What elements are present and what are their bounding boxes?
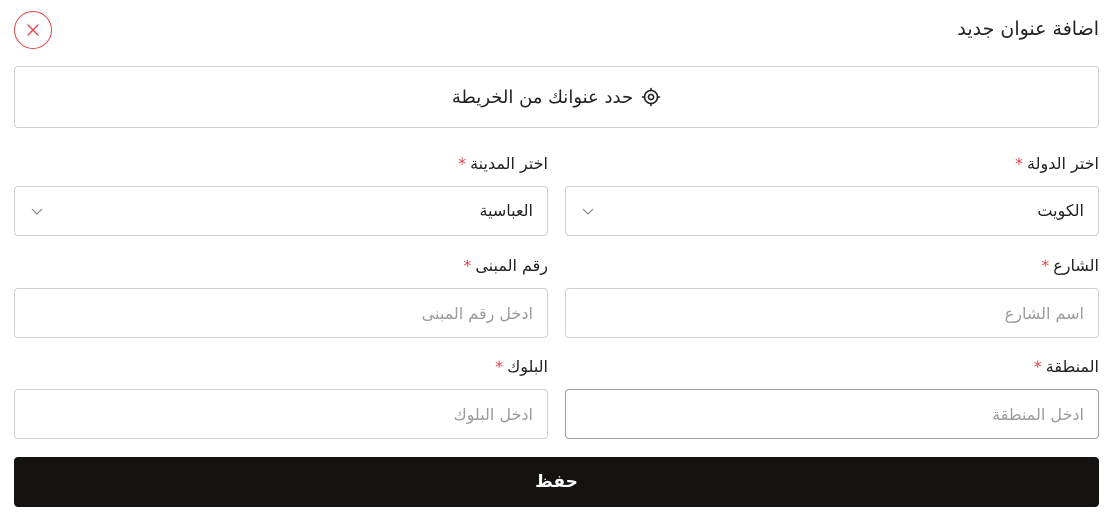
chevron-down-icon (582, 206, 594, 216)
street-label: الشارع* (1041, 256, 1099, 275)
block-input-wrapper (14, 389, 548, 439)
building-label: رقم المبنى* (463, 256, 548, 275)
building-number-input[interactable] (15, 289, 547, 337)
required-mark: * (458, 154, 467, 173)
city-select-value: العباسية (479, 201, 533, 220)
block-input[interactable] (15, 390, 547, 438)
select-on-map-button[interactable]: حدد عنوانك من الخريطة (14, 66, 1099, 128)
country-select[interactable]: الكويت (565, 186, 1099, 236)
street-input[interactable] (566, 289, 1098, 337)
required-mark: * (495, 357, 504, 376)
city-select[interactable]: العباسية (14, 186, 548, 236)
country-label: اختر الدولة* (1015, 154, 1099, 173)
required-mark: * (1041, 256, 1050, 275)
required-mark: * (1033, 357, 1042, 376)
building-input-wrapper (14, 288, 548, 338)
close-icon (27, 24, 39, 36)
area-label: المنطقة* (1033, 357, 1099, 376)
street-field: الشارع* (565, 256, 1099, 338)
required-mark: * (463, 256, 472, 275)
block-field: البلوك* (14, 357, 548, 439)
area-field: المنطقة* (565, 357, 1099, 439)
area-input[interactable] (566, 390, 1098, 438)
close-button[interactable] (14, 11, 52, 49)
city-label: اختر المدينة* (458, 154, 548, 173)
city-field: اختر المدينة* العباسية (14, 154, 548, 236)
save-button[interactable]: حفظ (14, 457, 1099, 507)
country-select-value: الكويت (1037, 201, 1084, 220)
location-target-icon (641, 87, 661, 107)
dialog-title: اضافة عنوان جديد (957, 18, 1099, 40)
chevron-down-icon (31, 206, 43, 216)
block-label: البلوك* (495, 357, 548, 376)
area-input-wrapper (565, 389, 1099, 439)
required-mark: * (1015, 154, 1024, 173)
street-input-wrapper (565, 288, 1099, 338)
add-address-dialog: اضافة عنوان جديد حدد عنوانك من الخريطة ا… (0, 0, 1113, 521)
map-button-label: حدد عنوانك من الخريطة (451, 86, 634, 108)
building-field: رقم المبنى* (14, 256, 548, 338)
country-field: اختر الدولة* الكويت (565, 154, 1099, 236)
